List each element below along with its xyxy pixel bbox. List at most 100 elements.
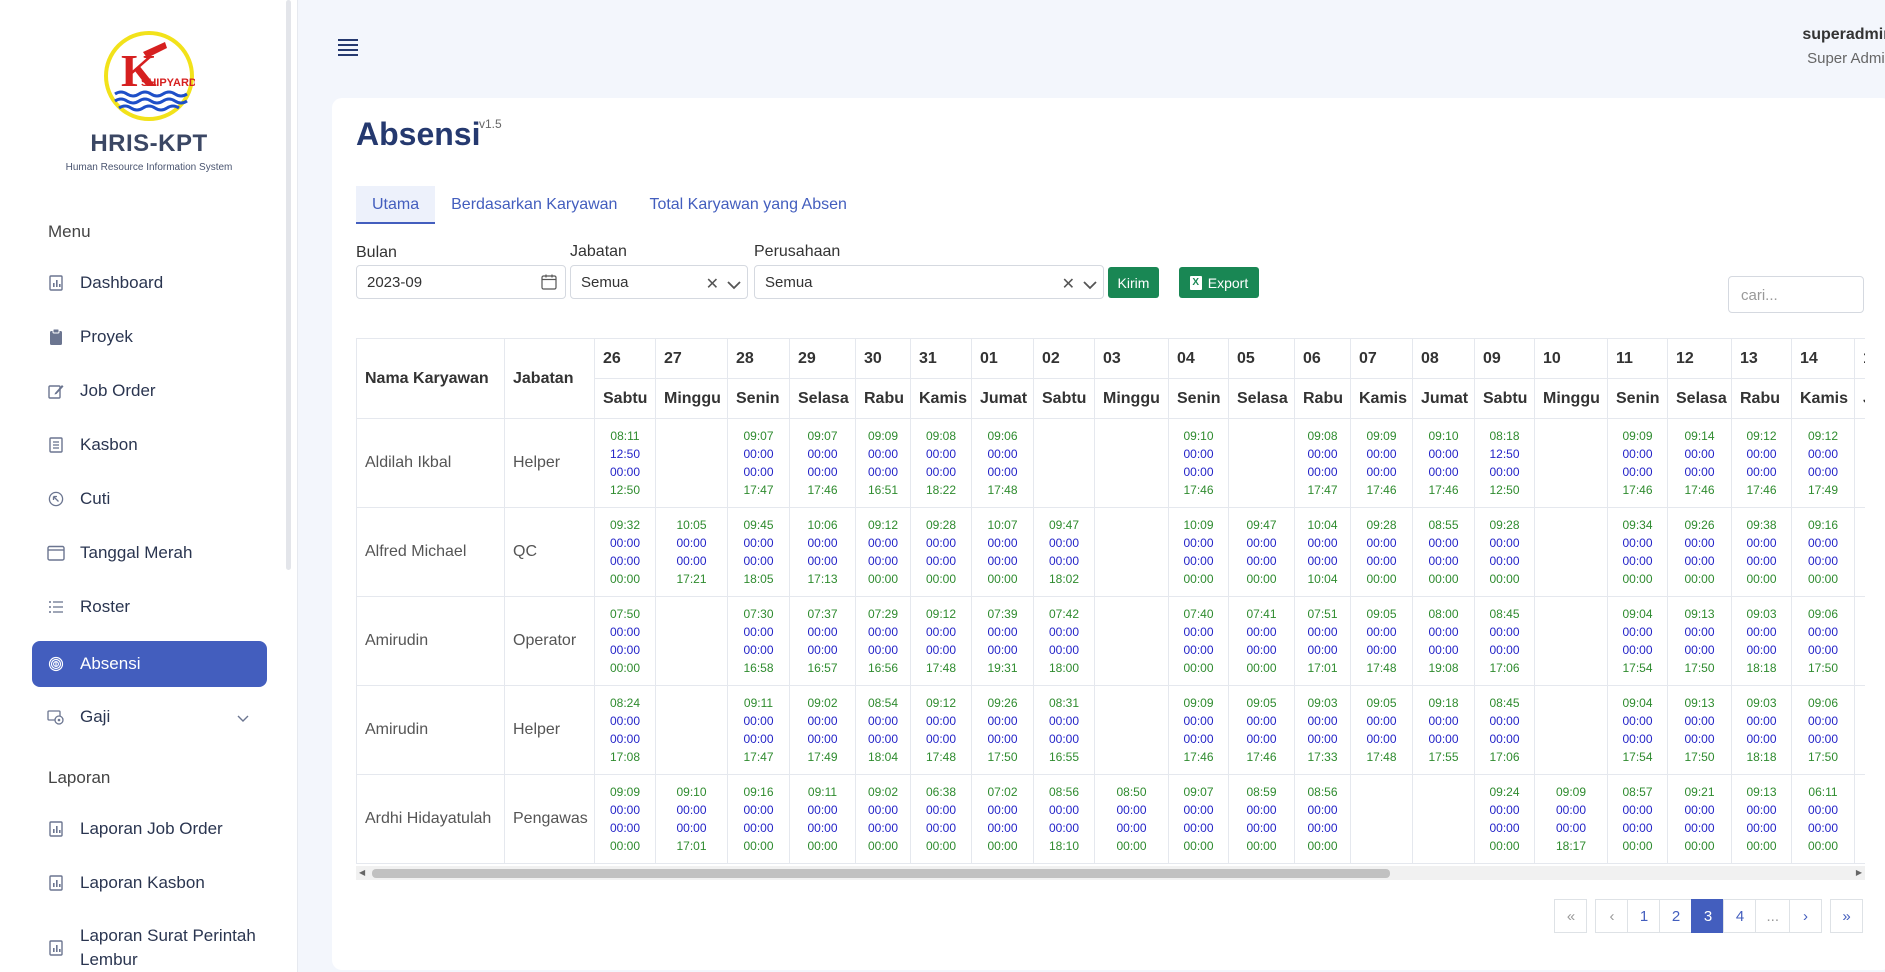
time-value: 00:00: [609, 625, 641, 639]
time-value: 00:00: [1048, 625, 1080, 639]
time-value: 00:00: [1684, 643, 1715, 657]
time-value: 17:46: [1183, 750, 1214, 764]
sidebar-item-label: Laporan Job Order: [80, 819, 223, 838]
sidebar-item-laporan-spl[interactable]: Laporan Surat Perintah Lembur: [32, 918, 267, 972]
time-value: 09:07: [743, 429, 774, 443]
time-value: 00:00: [743, 839, 774, 853]
time-value: 00:00: [1489, 536, 1520, 550]
attendance-cell: 09:03 00:00 00:00 17:33: [1294, 685, 1351, 775]
sidebar-item-laporan-job-order[interactable]: Laporan Job Order: [32, 806, 267, 852]
attendance-cell: 09:13 00:00 00:00 00:00: [1731, 774, 1792, 864]
time-value: 09:18: [1428, 696, 1459, 710]
weekday-header: Minggu: [1534, 378, 1608, 419]
time-value: 00:00: [1366, 714, 1397, 728]
time-value: 00:00: [676, 554, 707, 568]
attendance-cell: 07:02 00:00 00:00 00:00: [971, 774, 1034, 864]
page-first-button[interactable]: «: [1554, 899, 1588, 933]
scroll-right-icon[interactable]: ▶: [1856, 866, 1862, 880]
day-header: 08: [1412, 338, 1475, 379]
sidebar-item-kasbon[interactable]: Kasbon: [32, 422, 267, 468]
time-value: 09:06: [1807, 607, 1839, 621]
time-value: 00:00: [1183, 465, 1214, 479]
time-value: 17:48: [987, 483, 1018, 497]
attendance-cell: 09:04 00:00 00:00 17:54: [1607, 596, 1668, 686]
clear-icon[interactable]: ✕: [706, 274, 719, 294]
time-value: 00:00: [1489, 839, 1520, 853]
time-value: 00:00: [925, 714, 957, 728]
tab-utama[interactable]: Utama: [356, 186, 436, 224]
time-value: 08:55: [1428, 518, 1459, 532]
attendance-cell: 10:07 00:00 00:00 00:00: [971, 507, 1034, 597]
attendance-cell: 08:56 00:00 00:00 00:00: [1294, 774, 1351, 864]
clear-icon[interactable]: ✕: [1062, 274, 1075, 294]
page-2-button[interactable]: 2: [1659, 899, 1693, 933]
jabatan-select[interactable]: Semua ✕: [570, 265, 748, 299]
time-value: 08:45: [1489, 607, 1520, 621]
page-prev-button[interactable]: ‹: [1595, 899, 1629, 933]
chevron-down-icon: [237, 708, 249, 728]
sidebar-item-label: Proyek: [80, 327, 133, 346]
bar-chart-icon: [46, 819, 66, 839]
page-4-button[interactable]: 4: [1723, 899, 1757, 933]
search-input[interactable]: cari...: [1728, 276, 1864, 313]
horizontal-scrollbar[interactable]: ◀ ▶: [356, 866, 1865, 880]
time-value: 18:04: [867, 750, 899, 764]
user-menu[interactable]: superadmin Super Admin: [1802, 26, 1885, 67]
time-value: 00:00: [987, 447, 1018, 461]
sidebar-item-gaji[interactable]: Gaji: [32, 694, 267, 740]
time-value: 00:00: [1366, 732, 1397, 746]
time-value: 00:00: [1746, 554, 1777, 568]
bulan-input[interactable]: 2023-09: [356, 265, 566, 299]
sidebar-item-dashboard[interactable]: Dashboard: [32, 260, 267, 306]
tab-total-karyawan[interactable]: Total Karyawan yang Absen: [633, 186, 862, 224]
page-title: Absensi: [356, 116, 481, 152]
time-value: 09:26: [987, 696, 1018, 710]
page-3-button[interactable]: 3: [1691, 899, 1725, 933]
time-value: 00:00: [987, 839, 1018, 853]
time-value: 08:56: [1048, 785, 1080, 799]
attendance-cell: 09:45 00:00 00:00 18:05: [727, 507, 790, 597]
attendance-cell: 08:18 12:50 00:00 12:50: [1474, 418, 1535, 508]
bar-chart-icon: [46, 873, 66, 893]
time-value: 00:00: [1307, 839, 1338, 853]
time-value: 07:42: [1048, 607, 1080, 621]
page-last-button[interactable]: »: [1830, 899, 1863, 933]
sidebar-item-tanggal-merah[interactable]: Tanggal Merah: [32, 530, 267, 576]
time-value: 17:33: [1307, 750, 1338, 764]
time-value: 00:00: [1428, 572, 1459, 586]
time-value: 00:00: [1807, 821, 1839, 835]
time-value: 09:03: [1307, 696, 1338, 710]
time-value: 00:00: [1428, 465, 1459, 479]
page-next-button[interactable]: ›: [1789, 899, 1822, 933]
time-value: 00:00: [1855, 623, 1865, 641]
user-name: superadmin: [1802, 26, 1885, 43]
kirim-button[interactable]: Kirim: [1108, 267, 1159, 298]
time-value: 18:00: [1048, 661, 1080, 675]
sidebar-item-job-order[interactable]: Job Order: [32, 368, 267, 414]
attendance-cell: 09:07 00:00 00:00 17:47: [727, 418, 790, 508]
time-value: 00:00: [1855, 819, 1865, 837]
time-value: 17:50: [987, 750, 1018, 764]
sidebar-item-cuti[interactable]: Cuti: [32, 476, 267, 522]
time-value: 00:00: [1246, 572, 1277, 586]
scroll-left-icon[interactable]: ◀: [359, 866, 365, 880]
sidebar-item-roster[interactable]: Roster: [32, 584, 267, 630]
sidebar-item-laporan-kasbon[interactable]: Laporan Kasbon: [32, 860, 267, 906]
page-1-button[interactable]: 1: [1627, 899, 1661, 933]
hamburger-menu-button[interactable]: [338, 38, 360, 56]
sidebar-item-proyek[interactable]: Proyek: [32, 314, 267, 360]
attendance-cell: 09:1000:0000:0017:46: [1854, 418, 1865, 508]
perusahaan-select[interactable]: Semua ✕: [754, 265, 1104, 299]
time-value: 17:50: [1855, 748, 1865, 766]
sidebar-item-label: Dashboard: [80, 273, 164, 292]
time-value: 00:00: [1246, 732, 1277, 746]
sidebar-item-absensi[interactable]: Absensi: [32, 641, 267, 687]
weekday-header: Kamis: [1791, 378, 1855, 419]
time-value: 00:00: [1307, 465, 1338, 479]
time-value: 17:46: [1183, 483, 1214, 497]
scrollbar-thumb[interactable]: [372, 869, 1390, 878]
tab-berdasarkan-karyawan[interactable]: Berdasarkan Karyawan: [435, 186, 633, 224]
time-value: 00:00: [867, 572, 899, 586]
time-value: 12:50: [609, 447, 641, 461]
export-button[interactable]: X Export: [1179, 267, 1259, 298]
